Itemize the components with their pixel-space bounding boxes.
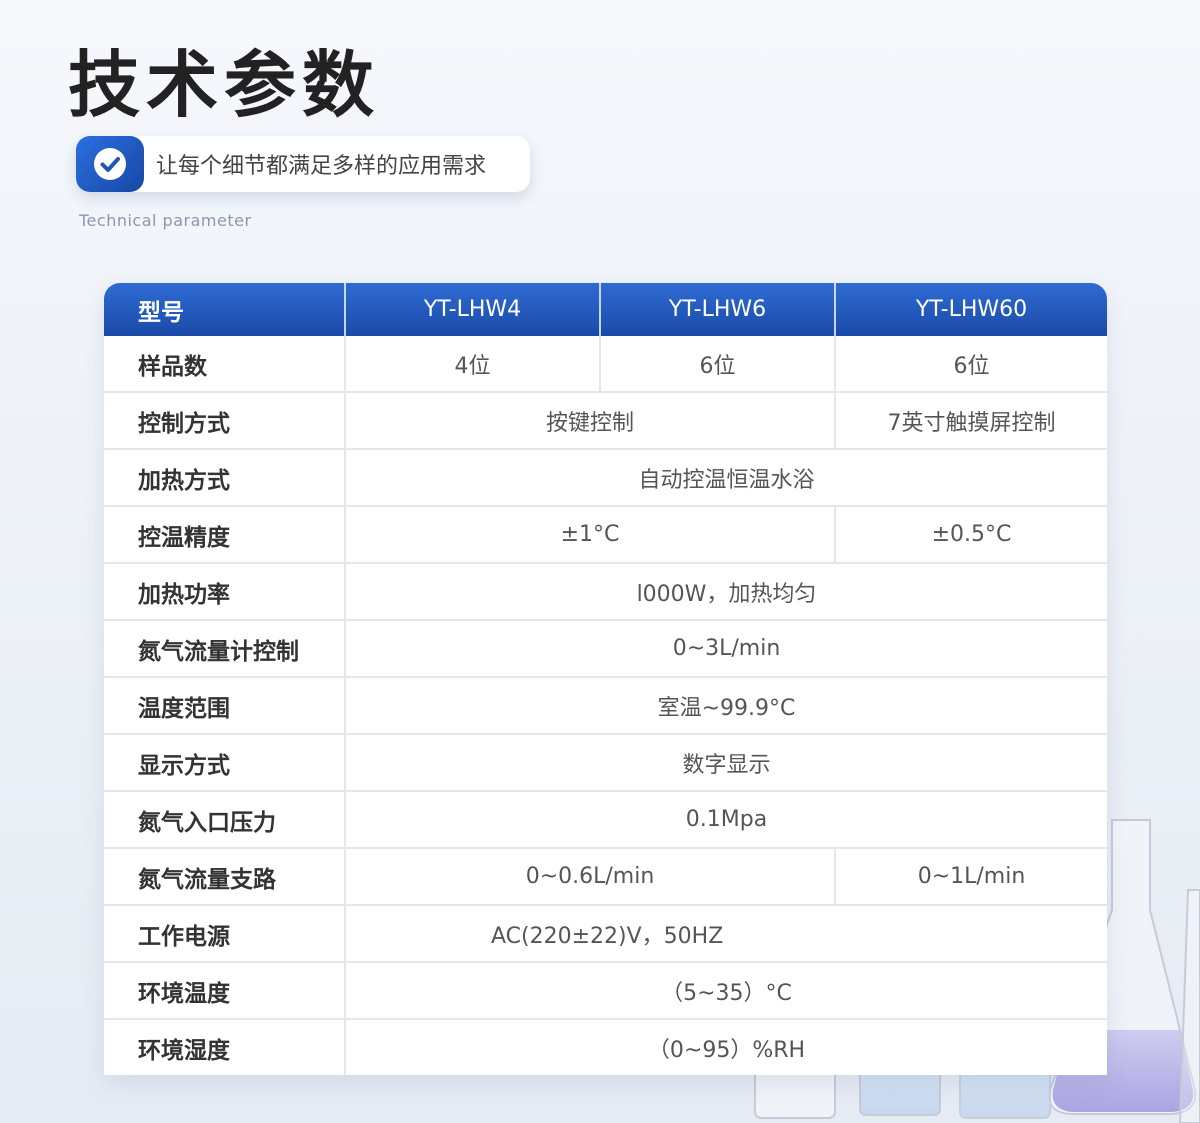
row-value: 数字显示 (682, 752, 771, 778)
check-circle-icon (94, 148, 126, 180)
subtitle-english: Technical parameter (79, 211, 252, 230)
row-label: 显示方式 (104, 735, 346, 790)
table-row: 加热功率 l000W，加热均匀 (104, 564, 1107, 621)
table-row: 氮气流量计控制 0~3L/min (104, 621, 1107, 678)
row-value: 0~3L/min (672, 636, 781, 661)
table-row: 环境湿度 （0~95）%RH (104, 1020, 1107, 1075)
table-row: 温度范围 室温~99.9°C (104, 678, 1107, 735)
row-label: 氮气流量计控制 (104, 621, 346, 676)
table-row: 环境温度 （5~35）°C (104, 963, 1107, 1020)
header-model-3: YT-LHW60 (915, 297, 1028, 322)
row-label: 加热功率 (104, 564, 346, 619)
tagline-text: 让每个细节都满足多样的应用需求 (156, 154, 487, 179)
table-row: 氮气流量支路 0~0.6L/min 0~1L/min (104, 849, 1107, 906)
row-value: （0~95）%RH (647, 1037, 806, 1063)
row-value: ±0.5°C (931, 522, 1012, 547)
row-label: 加热方式 (104, 450, 346, 505)
row-value: 0~0.6L/min (346, 849, 836, 904)
table-row: 控制方式 按键控制 7英寸触摸屏控制 (104, 393, 1107, 450)
row-value: （5~35）°C (661, 980, 792, 1006)
row-label: 温度范围 (104, 678, 346, 733)
row-label: 样品数 (104, 336, 346, 391)
row-value: 0.1Mpa (685, 807, 768, 832)
table-row: 加热方式 自动控温恒温水浴 (104, 450, 1107, 507)
row-label: 环境湿度 (104, 1020, 346, 1075)
row-label: 氮气入口压力 (104, 792, 346, 847)
row-label: 控温精度 (104, 507, 346, 562)
table-row: 控温精度 ±1°C ±0.5°C (104, 507, 1107, 564)
header-model-2: YT-LHW6 (601, 283, 836, 336)
row-label: 环境温度 (104, 963, 346, 1018)
row-label: 工作电源 (104, 906, 346, 961)
tagline-badge (76, 136, 144, 192)
row-value: 按键控制 (346, 393, 836, 448)
table-row: 工作电源 AC(220±22)V，50HZ (104, 906, 1107, 963)
table-row: 显示方式 数字显示 (104, 735, 1107, 792)
row-value: ±1°C (346, 507, 836, 562)
row-value: AC(220±22)V，50HZ (491, 923, 724, 949)
row-value: 6位 (601, 336, 836, 391)
table-header-row: 型号 YT-LHW4 YT-LHW6 YT-LHW60 (104, 283, 1107, 336)
row-label: 氮气流量支路 (104, 849, 346, 904)
header-model-1: YT-LHW4 (346, 283, 601, 336)
row-value: 7英寸触摸屏控制 (887, 410, 1056, 436)
row-value: 自动控温恒温水浴 (638, 467, 815, 493)
spec-table: 型号 YT-LHW4 YT-LHW6 YT-LHW60 样品数 4位 6位 6位… (104, 283, 1107, 1075)
tagline-banner: 让每个细节都满足多样的应用需求 (76, 136, 530, 192)
row-value: l000W，加热均匀 (636, 581, 817, 607)
row-value: 室温~99.9°C (657, 695, 796, 721)
row-value: 0~1L/min (917, 864, 1026, 889)
page-title: 技术参数 (68, 42, 381, 127)
row-value: 6位 (953, 353, 990, 379)
table-row: 氮气入口压力 0.1Mpa (104, 792, 1107, 849)
header-label-model: 型号 (104, 283, 346, 336)
table-row: 样品数 4位 6位 6位 (104, 336, 1107, 393)
row-value: 4位 (346, 336, 601, 391)
row-label: 控制方式 (104, 393, 346, 448)
